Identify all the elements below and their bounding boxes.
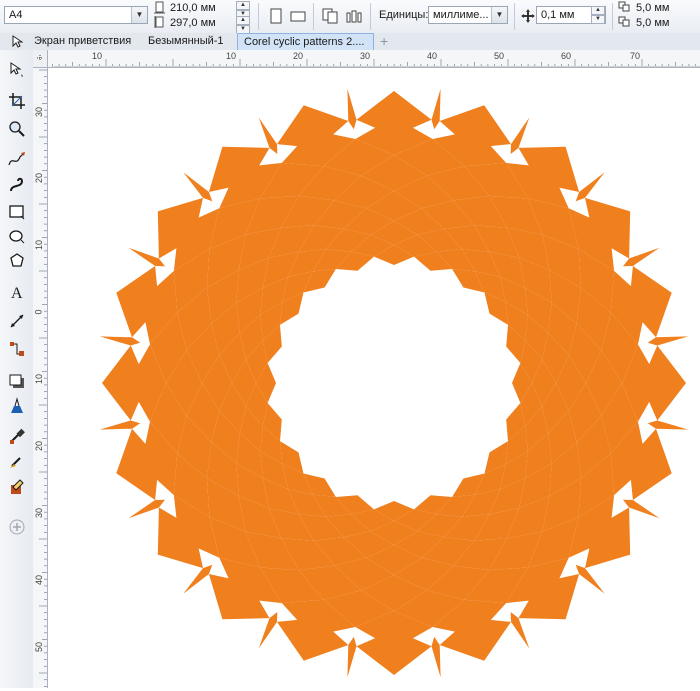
pattern-spike bbox=[356, 630, 432, 675]
page-height-field[interactable]: 297,0 мм bbox=[170, 17, 216, 29]
toolbox: A bbox=[0, 50, 34, 688]
v-ruler-label-6: 30 bbox=[34, 507, 45, 519]
ellipse-tool-icon[interactable] bbox=[8, 227, 26, 245]
page-height-spinner[interactable]: ▲ ▼ bbox=[236, 16, 250, 34]
pattern-wedge bbox=[647, 336, 689, 346]
rectangle-tool-icon[interactable] bbox=[8, 203, 26, 221]
interactive-fill-icon[interactable] bbox=[8, 452, 26, 470]
pattern-wedge bbox=[99, 420, 141, 430]
pattern-wedge bbox=[183, 172, 213, 202]
ruler-origin[interactable] bbox=[33, 50, 48, 68]
pattern-spike bbox=[102, 345, 147, 421]
tab-welcome[interactable]: Экран приветствия bbox=[28, 33, 137, 50]
landscape-icon[interactable] bbox=[290, 8, 306, 24]
chevron-down-icon: ▼ bbox=[131, 7, 147, 23]
ruler-origin-icon bbox=[37, 55, 43, 61]
separator bbox=[258, 3, 259, 30]
paper-size-value: A4 bbox=[9, 9, 23, 21]
duplicate-x-icon bbox=[618, 1, 630, 12]
v-ruler-label-4: 10 bbox=[34, 373, 45, 385]
page-width-field[interactable]: 210,0 мм bbox=[170, 2, 216, 14]
duplicate-y-icon bbox=[618, 16, 630, 27]
v-ruler-label-2: 10 bbox=[34, 239, 45, 251]
polygon-tool-icon[interactable] bbox=[8, 252, 26, 270]
separator bbox=[370, 3, 371, 30]
crop-tool-icon[interactable] bbox=[8, 92, 26, 110]
zoom-tool-icon[interactable] bbox=[8, 120, 26, 138]
pattern-wedge bbox=[431, 88, 441, 130]
tab-corel-cyclic-patterns[interactable]: Corel cyclic patterns 2.... bbox=[237, 33, 374, 50]
pattern-wedge bbox=[431, 636, 441, 678]
duplicate-x-field[interactable]: 5,0 мм bbox=[636, 2, 669, 14]
add-tool-icon[interactable] bbox=[8, 518, 26, 536]
connector-tool-icon[interactable] bbox=[8, 340, 26, 358]
pattern-wedge bbox=[575, 564, 605, 594]
vertical-ruler[interactable]: 30 20 10 0 10 20 30 40 50 bbox=[33, 67, 48, 688]
units-label: Единицы: bbox=[379, 9, 429, 21]
v-ruler-label-5: 20 bbox=[34, 440, 45, 452]
page-height-icon bbox=[154, 16, 164, 28]
v-ruler-label-0: 30 bbox=[34, 106, 45, 118]
drawing-canvas[interactable] bbox=[48, 68, 700, 688]
separator bbox=[514, 3, 515, 30]
smart-fill-icon[interactable] bbox=[8, 478, 26, 496]
artistic-media-icon[interactable] bbox=[8, 176, 26, 194]
pattern-wedge bbox=[575, 172, 605, 202]
pattern-wedge bbox=[347, 636, 357, 678]
h-ruler-label-5: 50 bbox=[494, 51, 505, 61]
all-pages-icon[interactable] bbox=[322, 8, 338, 24]
tab-untitled[interactable]: Безымянный-1 bbox=[142, 33, 230, 50]
cyclic-pattern-graphic[interactable] bbox=[48, 68, 700, 688]
paper-size-select[interactable]: A4 ▼ bbox=[4, 6, 148, 24]
shape-tool-icon[interactable] bbox=[8, 61, 26, 79]
units-value: миллиме... bbox=[433, 9, 489, 21]
property-bar: A4 ▼ 210,0 мм 297,0 мм ▲ ▼ ▲ ▼ Единицы: ми… bbox=[0, 0, 700, 34]
pattern-wedge bbox=[99, 336, 141, 346]
pattern-wedge bbox=[647, 420, 689, 430]
document-tabs: Экран приветствия Безымянный-1 Corel cyc… bbox=[0, 33, 700, 51]
page-border bbox=[54, 66, 700, 67]
nudge-spinner[interactable]: ▲ ▼ bbox=[591, 6, 605, 24]
page-width-spinner[interactable]: ▲ ▼ bbox=[236, 1, 250, 19]
units-select[interactable]: миллиме... ▼ bbox=[428, 6, 508, 24]
pattern-wedge bbox=[183, 564, 213, 594]
separator bbox=[612, 3, 613, 30]
eyedropper-icon[interactable] bbox=[8, 427, 26, 445]
current-page-icon[interactable] bbox=[346, 8, 362, 24]
nudge-distance-value: 0,1 мм bbox=[541, 9, 575, 21]
svg-text:A: A bbox=[11, 285, 23, 301]
freehand-tool-icon[interactable] bbox=[8, 151, 26, 169]
h-ruler-label-2: 20 bbox=[293, 51, 304, 61]
transparency-icon[interactable] bbox=[8, 397, 26, 415]
chevron-down-icon: ▼ bbox=[491, 7, 507, 23]
h-ruler-label-0: 10 bbox=[92, 51, 103, 61]
h-ruler-label-3: 30 bbox=[360, 51, 371, 61]
h-ruler-label-6: 60 bbox=[561, 51, 572, 61]
duplicate-y-field[interactable]: 5,0 мм bbox=[636, 17, 669, 29]
pattern-spike bbox=[356, 91, 432, 136]
pattern-wedge bbox=[347, 88, 357, 130]
portrait-icon[interactable] bbox=[268, 8, 284, 24]
separator bbox=[313, 3, 314, 30]
pattern-spike bbox=[641, 345, 686, 421]
h-ruler-label-4: 40 bbox=[427, 51, 438, 61]
v-ruler-label-1: 20 bbox=[34, 172, 45, 184]
h-ruler-label-7: 70 bbox=[630, 51, 641, 61]
new-tab-button[interactable]: + bbox=[374, 33, 394, 50]
page-width-icon bbox=[154, 1, 165, 14]
pick-arrow-icon[interactable] bbox=[11, 35, 23, 48]
v-ruler-label-3: 0 bbox=[33, 309, 44, 315]
nudge-icon bbox=[521, 9, 535, 23]
v-ruler-label-7: 40 bbox=[34, 574, 45, 586]
h-ruler-label-1: 10 bbox=[226, 51, 237, 61]
drop-shadow-icon[interactable] bbox=[8, 372, 26, 390]
text-tool-icon[interactable]: A bbox=[8, 283, 26, 301]
v-ruler-label-8: 50 bbox=[34, 641, 45, 653]
parallel-dimension-icon[interactable] bbox=[8, 312, 26, 330]
